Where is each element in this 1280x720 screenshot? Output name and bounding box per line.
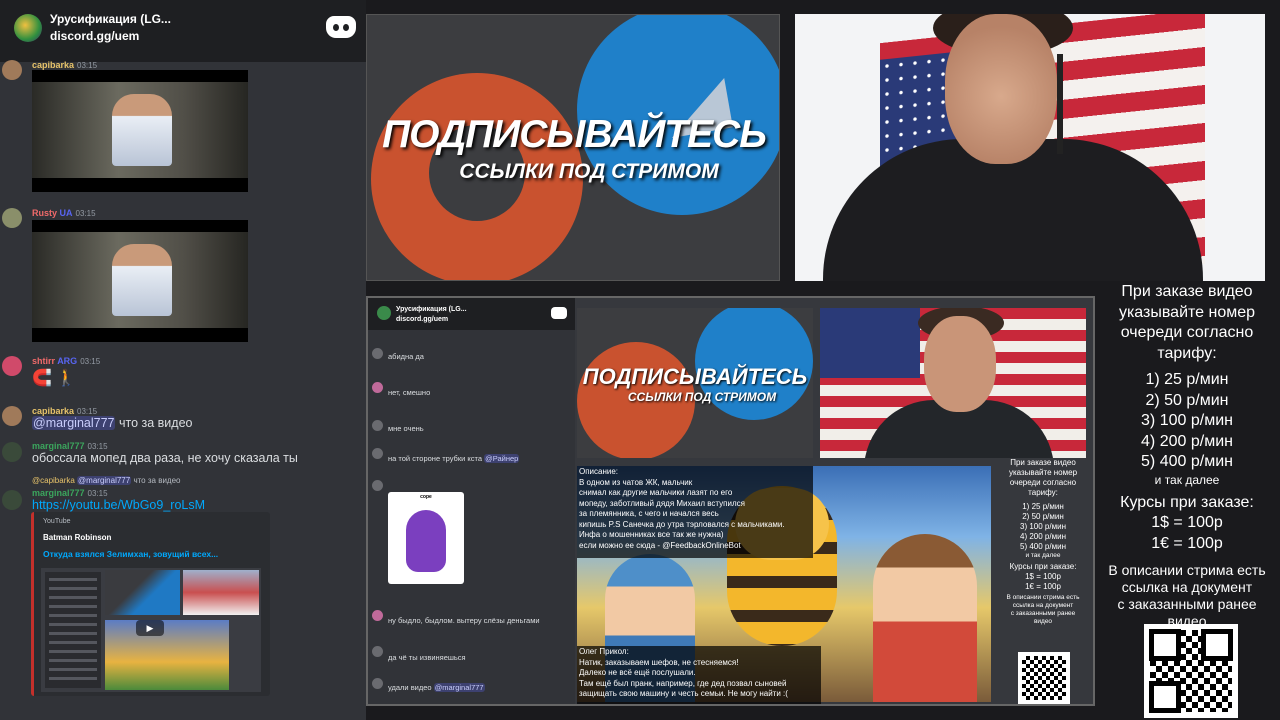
price-tier: 4) 200 р/мин <box>1141 432 1233 450</box>
donation-message: Олег Прикол: Натик, заказываем шефов, не… <box>577 646 821 704</box>
subscribe-banner: ПОДПИСЫВАЙТЕСЬ ССЫЛКИ ПОД СТРИМОМ <box>366 14 780 281</box>
play-icon[interactable]: ▶ <box>136 620 164 636</box>
chat-line: удали видео @marginal777 <box>388 683 485 692</box>
price-tier: 1) 25 р/мин <box>1145 371 1229 388</box>
chat-line: на той стороне трубки кста @Райнер <box>388 454 520 463</box>
headset-cable <box>1057 54 1063 154</box>
pricing-intro-line: При заказе видео <box>1121 283 1253 300</box>
reply-preview[interactable]: @capibarka @marginal777 что за видео <box>32 476 180 485</box>
server-name: Урусификация (LG... <box>50 12 171 26</box>
nested-server-link: discord.gg/uem <box>396 316 449 323</box>
doc-note-line: В описании стрима есть <box>1108 562 1266 578</box>
chat-line: нет, смешно <box>388 388 431 397</box>
chat-line: абидна да <box>388 352 424 361</box>
gif-attachment[interactable] <box>32 220 248 342</box>
timestamp: 03:15 <box>80 357 101 366</box>
server-icon[interactable] <box>14 14 42 42</box>
nested-chat-header: Урусификация (LG... discord.gg/uem <box>368 298 575 330</box>
chat-line: да чё ты извиняешься <box>388 653 466 662</box>
avatar <box>2 208 22 228</box>
avatar <box>372 480 383 491</box>
pricing-intro-line: указывайте номер <box>1118 303 1256 321</box>
discord-chat-panel: Урусификация (LG... discord.gg/uem capib… <box>0 0 366 720</box>
pricing-intro-line: очереди согласно <box>1120 324 1254 341</box>
doc-note-line: ссылка на документ <box>1121 579 1253 595</box>
embed-thumbnail[interactable]: ▶ <box>41 568 261 692</box>
embed-title[interactable]: Откуда взялся Зелимхан, зовущий всех... <box>43 549 218 559</box>
video-description: Описание: В одном из чатов ЖК, мальчик с… <box>577 466 813 558</box>
pricing-intro-line: тарифу: <box>1157 344 1217 362</box>
qr-code <box>1144 624 1238 718</box>
avatar <box>372 448 383 459</box>
avatar <box>372 382 383 393</box>
chat-message: @capibarka @marginal777 что за видео mar… <box>0 474 366 514</box>
avatar <box>372 610 383 621</box>
youtube-link[interactable]: https://youtu.be/WbGo9_roLsM <box>32 498 205 512</box>
nested-chat-panel: Урусификация (LG... discord.gg/uem абидн… <box>368 298 575 704</box>
nested-pricing: При заказе видео указывайте номер очеред… <box>1006 458 1080 625</box>
nested-stream-capture: Урусификация (LG... discord.gg/uem абидн… <box>366 296 1095 706</box>
price-etc: и так далее <box>1154 472 1220 487</box>
nested-webcam <box>820 308 1086 458</box>
avatar <box>2 406 22 426</box>
username[interactable]: Rusty <box>32 208 57 218</box>
avatar <box>372 348 383 359</box>
gif-attachment[interactable] <box>32 70 248 192</box>
chat-message: capibarka 03:15 <box>0 58 366 198</box>
avatar <box>372 646 383 657</box>
user-badge: ARG <box>57 356 78 366</box>
timestamp: 03:15 <box>87 489 108 498</box>
banner-title: ПОДПИСЫВАЙТЕСЬ <box>382 113 767 156</box>
nested-qr-code <box>1018 652 1070 704</box>
timestamp: 03:15 <box>77 407 98 416</box>
nested-banner: ПОДПИСЫВАЙТЕСЬ ССЫЛКИ ПОД СТРИМОМ <box>577 308 813 458</box>
avatar <box>372 420 383 431</box>
username[interactable]: marginal777 <box>32 488 85 498</box>
timestamp: 03:15 <box>87 442 108 451</box>
chat-message: Rusty UA 03:15 <box>0 206 366 346</box>
avatar <box>2 442 22 462</box>
rates-title: Курсы при заказе: <box>1120 493 1254 511</box>
username[interactable]: capibarka <box>32 406 74 416</box>
timestamp: 03:15 <box>75 209 96 218</box>
user-mention[interactable]: @marginal777 <box>32 416 116 430</box>
chat-line: мне очень <box>388 424 424 433</box>
avatar <box>2 60 22 80</box>
chat-line: ну быдло, быдлом. вытеру слёзы деньгами <box>388 616 540 625</box>
webcam-feed <box>795 14 1265 281</box>
server-invite-link[interactable]: discord.gg/uem <box>50 29 139 43</box>
pricing-info: При заказе видео указывайте номер очеред… <box>1098 282 1276 630</box>
rate-line: 1€ = 100р <box>1151 534 1223 552</box>
price-tier: 2) 50 р/мин <box>1145 391 1229 409</box>
emoji-reactions: 🧲 🚶 <box>32 370 77 387</box>
chat-message: capibarka 03:15 @marginal777 что за видео <box>0 404 366 434</box>
banner-subtitle: ССЫЛКИ ПОД СТРИМОМ <box>459 160 719 183</box>
embed-author[interactable]: Batman Robinson <box>43 533 111 542</box>
streamer-face <box>945 14 1057 164</box>
price-tier: 5) 400 р/мин <box>1141 453 1233 470</box>
message-text: обоссала мопед два раза, не хочу сказала… <box>32 451 298 465</box>
nested-server-name: Урусификация (LG... <box>396 306 467 313</box>
timestamp: 03:15 <box>77 61 98 70</box>
embed-provider: YouTube <box>43 518 71 525</box>
chat-header: Урусификация (LG... discord.gg/uem <box>0 0 366 62</box>
message-text: @marginal777 что за видео <box>32 416 193 430</box>
user-badge: UA <box>59 208 73 218</box>
avatar <box>2 356 22 376</box>
username[interactable]: shtirr <box>32 356 55 366</box>
username[interactable]: marginal777 <box>32 441 85 451</box>
doc-note-line: с заказанными ранее <box>1117 596 1257 612</box>
avatar <box>2 490 22 510</box>
username[interactable]: capibarka <box>32 60 74 70</box>
youtube-embed[interactable]: YouTube Batman Robinson Откуда взялся Зе… <box>31 512 270 696</box>
chat-message: marginal777 03:15 обоссала мопед два раза… <box>0 440 366 470</box>
avatar <box>372 678 383 689</box>
rate-line: 1$ = 100р <box>1151 514 1223 531</box>
price-tier: 3) 100 р/мин <box>1141 412 1233 429</box>
chat-message: shtirr ARG 03:15 🧲 🚶 <box>0 354 366 394</box>
server-icon <box>377 306 391 320</box>
sticker-image: cope <box>388 492 464 584</box>
discord-logo-icon <box>326 16 356 38</box>
discord-logo-icon <box>551 307 567 319</box>
